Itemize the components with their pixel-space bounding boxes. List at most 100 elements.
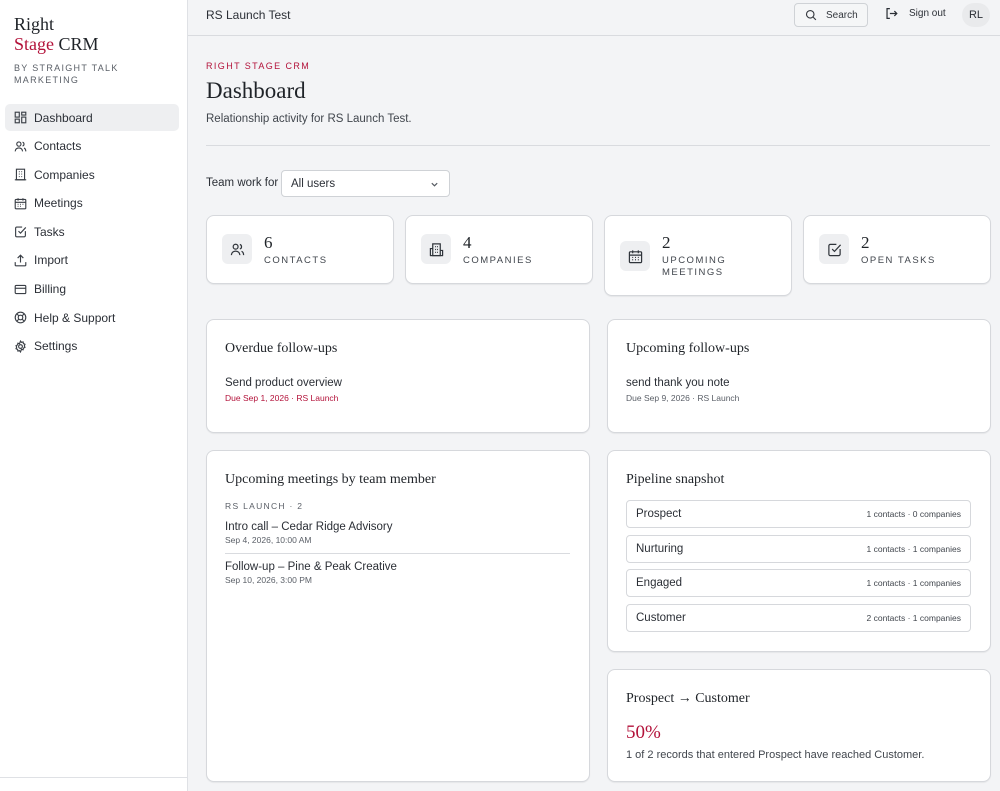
card-title: Prospect → Customer — [626, 691, 750, 706]
contacts-icon — [222, 234, 252, 264]
stage-stats: 1 contacts · 1 companies — [866, 578, 962, 588]
meeting-divider — [225, 553, 570, 554]
brand-byline: BY STRAIGHT TALK MARKETING — [14, 63, 119, 85]
sidebar-item-meetings[interactable]: Meetings — [5, 190, 179, 217]
brand-logo[interactable]: Right Stage CRM — [14, 14, 99, 54]
stat-value: 6 — [264, 233, 273, 252]
brand-name-rest: CRM — [54, 34, 99, 54]
chevron-down-icon — [430, 180, 439, 189]
sidebar-nav: Dashboard Contacts Companies Meetings Ta… — [5, 104, 179, 361]
pipeline-stage-customer[interactable]: Customer 2 contacts · 1 companies — [626, 604, 971, 632]
sidebar: Right Stage CRM BY STRAIGHT TALK MARKETI… — [0, 0, 188, 791]
contacts-icon — [14, 140, 27, 153]
workspace-title: RS Launch Test — [206, 8, 291, 22]
followup-item-title[interactable]: Send product overview — [225, 377, 342, 389]
sidebar-item-companies[interactable]: Companies — [5, 161, 179, 188]
credit-card-icon — [14, 283, 27, 296]
stage-name: Engaged — [636, 577, 683, 589]
building-icon — [421, 234, 451, 264]
page-title: Dashboard — [206, 78, 306, 103]
meeting-time: Sep 4, 2026, 10:00 AM — [225, 535, 312, 545]
stage-name: Prospect — [636, 508, 682, 520]
upload-icon — [14, 254, 27, 267]
conversion-percent: 50% — [626, 722, 661, 743]
sidebar-item-dashboard[interactable]: Dashboard — [5, 104, 179, 131]
brand-name-line2: Stage CRM — [14, 34, 99, 54]
card-title: Pipeline snapshot — [626, 472, 725, 487]
conversion-card: Prospect → Customer 50% 1 of 2 records t… — [607, 669, 991, 782]
stage-stats: 1 contacts · 1 companies — [866, 544, 962, 554]
sign-out-button[interactable]: Sign out — [885, 7, 946, 20]
search-icon — [805, 9, 817, 21]
check-square-icon — [819, 234, 849, 264]
stat-card-companies[interactable]: 4 COMPANIES — [405, 215, 593, 284]
sidebar-item-label: Companies — [34, 167, 95, 182]
calendar-icon — [14, 197, 27, 210]
stat-value: 4 — [463, 233, 472, 252]
sidebar-item-help-support[interactable]: Help & Support — [5, 304, 179, 331]
header-divider — [206, 145, 990, 146]
followup-item-meta: Due Sep 9, 2026 · RS Launch — [626, 393, 740, 403]
overdue-followups-card: Overdue follow-ups Send product overview… — [206, 319, 590, 433]
card-title: Overdue follow-ups — [225, 341, 338, 356]
sidebar-item-label: Tasks — [34, 224, 65, 239]
avatar[interactable]: RL — [962, 3, 990, 27]
sign-out-label: Sign out — [909, 8, 946, 19]
sidebar-item-import[interactable]: Import — [5, 247, 179, 274]
sidebar-item-label: Contacts — [34, 139, 82, 154]
meeting-title: Follow-up – Pine & Peak Creative — [225, 561, 397, 573]
meeting-item[interactable]: Follow-up – Pine & Peak Creative Sep 10,… — [225, 561, 570, 585]
stage-name: Nurturing — [636, 543, 684, 555]
sidebar-item-tasks[interactable]: Tasks — [5, 218, 179, 245]
lifebuoy-icon — [14, 311, 27, 324]
search-button[interactable]: Search — [794, 3, 868, 27]
sidebar-item-settings[interactable]: Settings — [5, 333, 179, 360]
card-title: Upcoming meetings by team member — [225, 472, 436, 487]
stage-stats: 1 contacts · 0 companies — [866, 509, 962, 519]
tasks-icon — [14, 225, 27, 238]
pipeline-stage-nurturing[interactable]: Nurturing 1 contacts · 1 companies — [626, 535, 971, 563]
stage-name: Customer — [636, 612, 686, 624]
team-member-group-label: RS LAUNCH · 2 — [225, 501, 304, 511]
pipeline-stage-engaged[interactable]: Engaged 1 contacts · 1 companies — [626, 569, 971, 597]
sidebar-item-label: Billing — [34, 282, 67, 297]
sidebar-item-label: Import — [34, 253, 69, 268]
stage-stats: 2 contacts · 1 companies — [866, 613, 962, 623]
upcoming-followups-card: Upcoming follow-ups send thank you note … — [607, 319, 991, 433]
sidebar-item-label: Help & Support — [34, 310, 116, 325]
gear-icon — [14, 339, 27, 353]
sidebar-item-label: Dashboard — [34, 110, 93, 125]
stat-card-contacts[interactable]: 6 CONTACTS — [206, 215, 394, 284]
stat-label: UPCOMING MEETINGS — [662, 255, 727, 278]
followup-item-title[interactable]: send thank you note — [626, 377, 730, 389]
meeting-title: Intro call – Cedar Ridge Advisory — [225, 521, 393, 533]
sidebar-item-label: Settings — [34, 339, 78, 354]
pipeline-stage-prospect[interactable]: Prospect 1 contacts · 0 companies — [626, 500, 971, 528]
stat-label: COMPANIES — [463, 255, 533, 266]
sidebar-item-billing[interactable]: Billing — [5, 276, 179, 303]
followup-item-meta: Due Sep 1, 2026 · RS Launch — [225, 393, 339, 403]
topbar: RS Launch Test Search Sign out RL — [188, 0, 1000, 36]
page-subtitle: Relationship activity for RS Launch Test… — [206, 113, 412, 125]
calendar-icon — [620, 241, 650, 271]
team-filter-label: Team work for — [206, 177, 279, 189]
stat-value: 2 — [662, 233, 671, 252]
conversion-description: 1 of 2 records that entered Prospect hav… — [626, 749, 925, 761]
brand-name-accent: Stage — [14, 34, 54, 54]
companies-icon — [14, 168, 27, 181]
stat-card-upcoming-meetings[interactable]: 2 UPCOMING MEETINGS — [604, 215, 792, 296]
card-title: Upcoming follow-ups — [626, 341, 750, 356]
meeting-item[interactable]: Intro call – Cedar Ridge Advisory Sep 4,… — [225, 521, 570, 545]
stat-label: CONTACTS — [264, 255, 328, 266]
sidebar-item-contacts[interactable]: Contacts — [5, 133, 179, 160]
meeting-time: Sep 10, 2026, 3:00 PM — [225, 575, 312, 585]
page-eyebrow: RIGHT STAGE CRM — [206, 61, 311, 71]
meetings-by-member-card: Upcoming meetings by team member RS LAUN… — [206, 450, 590, 782]
sidebar-item-label: Meetings — [34, 196, 83, 211]
stat-label: OPEN TASKS — [861, 255, 936, 266]
team-filter-select[interactable]: All users — [281, 170, 450, 197]
sidebar-footer-divider — [0, 777, 187, 778]
team-filter-value: All users — [291, 177, 336, 190]
dashboard-icon — [14, 111, 27, 124]
stat-card-open-tasks[interactable]: 2 OPEN TASKS — [803, 215, 991, 284]
